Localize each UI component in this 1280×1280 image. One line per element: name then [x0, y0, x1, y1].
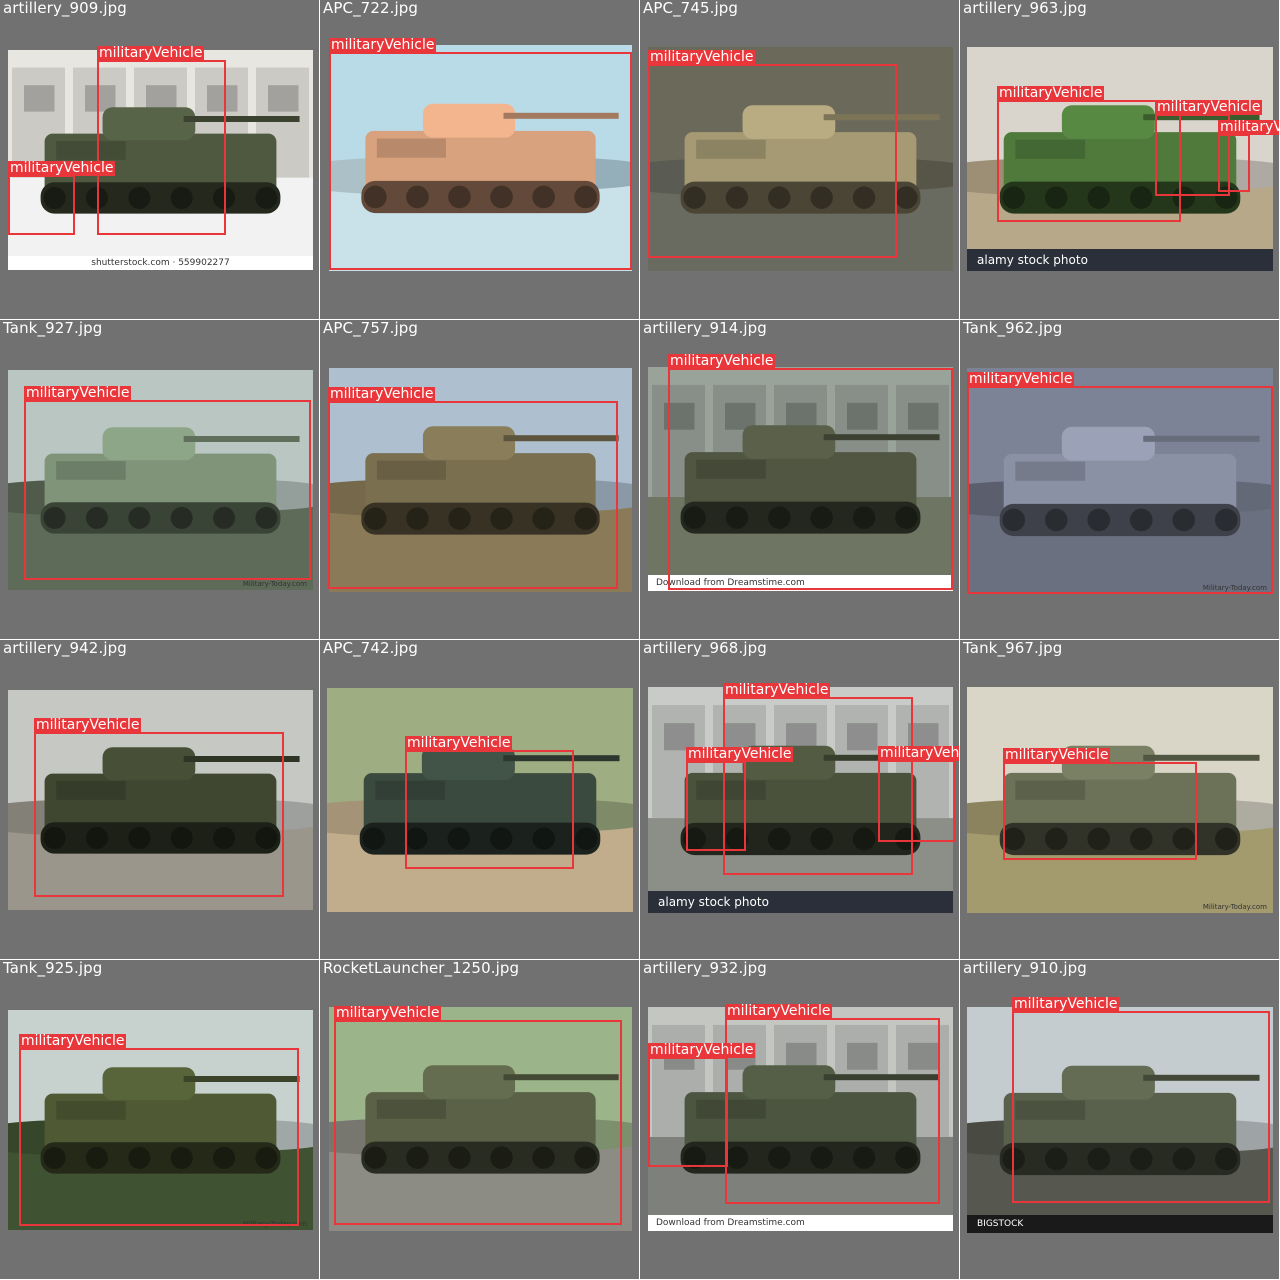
detection-box: militaryVehicle	[725, 1004, 940, 1204]
image-tile: APC_742.jpg militaryVehicle	[320, 640, 640, 960]
image-tile: artillery_910.jpg BIGSTOCK militaryVehicle	[960, 960, 1280, 1280]
detection-box: militaryVehicle	[19, 1034, 299, 1226]
detection-box: militaryVehicle	[997, 86, 1181, 222]
image-tile: APC_745.jpg militaryVehicle	[640, 0, 960, 320]
detection-box: militaryVehicle	[648, 1043, 756, 1167]
detection-label: militaryVehicle	[405, 735, 513, 751]
detection-label: militaryVehicle	[878, 746, 959, 761]
detection-box: militaryVehicle	[34, 718, 284, 897]
detection-box: militaryVehicle	[648, 50, 897, 258]
photo-watermark: alamy stock photo	[648, 891, 953, 913]
detection-box: militaryVehicle	[1003, 748, 1197, 860]
image-filename: artillery_914.jpg	[643, 320, 767, 337]
detection-label: militaryVehicle	[1155, 99, 1263, 115]
detection-box: militaryVehicle	[405, 736, 574, 869]
photo-watermark: Military-Today.com	[1202, 903, 1267, 911]
detection-box: militaryVehicle	[1012, 997, 1270, 1203]
image-filename: APC_722.jpg	[323, 0, 418, 17]
detection-label: militaryVehicle	[19, 1033, 127, 1049]
image-filename: artillery_910.jpg	[963, 960, 1087, 977]
detection-box: militaryVehicle	[329, 38, 632, 270]
image-tile: artillery_914.jpg Download from Dreamstim…	[640, 320, 960, 640]
image-filename: Tank_967.jpg	[963, 640, 1063, 657]
detection-label: militaryVehicle	[1218, 120, 1279, 135]
detection-box: militaryVehicle	[334, 1006, 622, 1225]
detection-label: militaryVehicle	[648, 49, 756, 65]
image-tile: artillery_932.jpg Download from Dreamstim…	[640, 960, 960, 1280]
detection-label: militaryVehicle	[723, 682, 831, 698]
image-tile: artillery_942.jpg militaryVehicle	[0, 640, 320, 960]
detection-label: militaryVehicle	[648, 1042, 756, 1058]
image-tile: RocketLauncher_1250.jpg militaryVehicle	[320, 960, 640, 1280]
image-tile: artillery_963.jpgalamy stock photo milita…	[960, 0, 1280, 320]
detection-box: militaryVehicle	[24, 386, 311, 580]
detection-box: militaryVehicle	[328, 387, 618, 589]
image-filename: APC_742.jpg	[323, 640, 418, 657]
photo-watermark: Download from Dreamstime.com	[648, 1215, 953, 1231]
detection-label: militaryVehicle	[967, 371, 1075, 387]
image-tile: artillery_968.jpgalamy stock photo milita…	[640, 640, 960, 960]
image-tile: Tank_962.jpg Military-Today.com militaryVe…	[960, 320, 1280, 640]
detection-label: militaryVehicle	[668, 353, 776, 369]
detection-box: militaryVehicle	[97, 46, 226, 235]
image-tile: Tank_967.jpg Military-Today.com militaryVe…	[960, 640, 1280, 960]
detection-label: militaryVehicle	[1003, 747, 1111, 763]
image-filename: artillery_909.jpg	[3, 0, 127, 17]
image-filename: RocketLauncher_1250.jpg	[323, 960, 520, 977]
detection-grid: artillery_909.jpg shutterstock.com · 5599…	[0, 0, 1280, 1280]
vehicle-barrel	[1143, 754, 1260, 761]
image-filename: APC_757.jpg	[323, 320, 418, 337]
detection-box: militaryVehicle	[8, 161, 116, 235]
detection-box: militaryVehicle	[878, 746, 959, 842]
detection-label: militaryVehicle	[997, 85, 1105, 101]
photo-watermark: shutterstock.com · 559902277	[8, 256, 313, 270]
image-filename: APC_745.jpg	[643, 0, 738, 17]
image-filename: artillery_963.jpg	[963, 0, 1087, 17]
detection-label: militaryVehicle	[686, 746, 794, 762]
image-tile: APC_757.jpg militaryVehicle	[320, 320, 640, 640]
detection-box: militaryVehicle	[1218, 120, 1279, 192]
photo-watermark: alamy stock photo	[967, 249, 1273, 271]
image-filename: artillery_968.jpg	[643, 640, 767, 657]
photo-watermark: BIGSTOCK	[967, 1215, 1273, 1233]
detection-label: militaryVehicle	[1012, 996, 1120, 1012]
image-filename: artillery_932.jpg	[643, 960, 767, 977]
image-tile: APC_722.jpg militaryVehicle	[320, 0, 640, 320]
detection-label: militaryVehicle	[24, 385, 132, 401]
image-tile: Tank_925.jpg Military-Today.com militaryVe…	[0, 960, 320, 1280]
detection-box: militaryVehicle	[967, 372, 1273, 594]
image-filename: artillery_942.jpg	[3, 640, 127, 657]
detection-label: militaryVehicle	[334, 1005, 442, 1021]
detection-label: militaryVehicle	[328, 386, 436, 402]
detection-box: militaryVehicle	[686, 747, 794, 851]
detection-label: militaryVehicle	[725, 1003, 833, 1019]
detection-label: militaryVehicle	[97, 45, 205, 61]
detection-label: militaryVehicle	[8, 160, 116, 176]
image-tile: artillery_909.jpg shutterstock.com · 5599…	[0, 0, 320, 320]
detection-label: militaryVehicle	[329, 37, 437, 53]
image-filename: Tank_927.jpg	[3, 320, 103, 337]
image-filename: Tank_962.jpg	[963, 320, 1063, 337]
detection-label: militaryVehicle	[34, 717, 142, 733]
image-filename: Tank_925.jpg	[3, 960, 103, 977]
image-tile: Tank_927.jpg Military-Today.com militaryVe…	[0, 320, 320, 640]
detection-box: militaryVehicle	[668, 354, 953, 590]
